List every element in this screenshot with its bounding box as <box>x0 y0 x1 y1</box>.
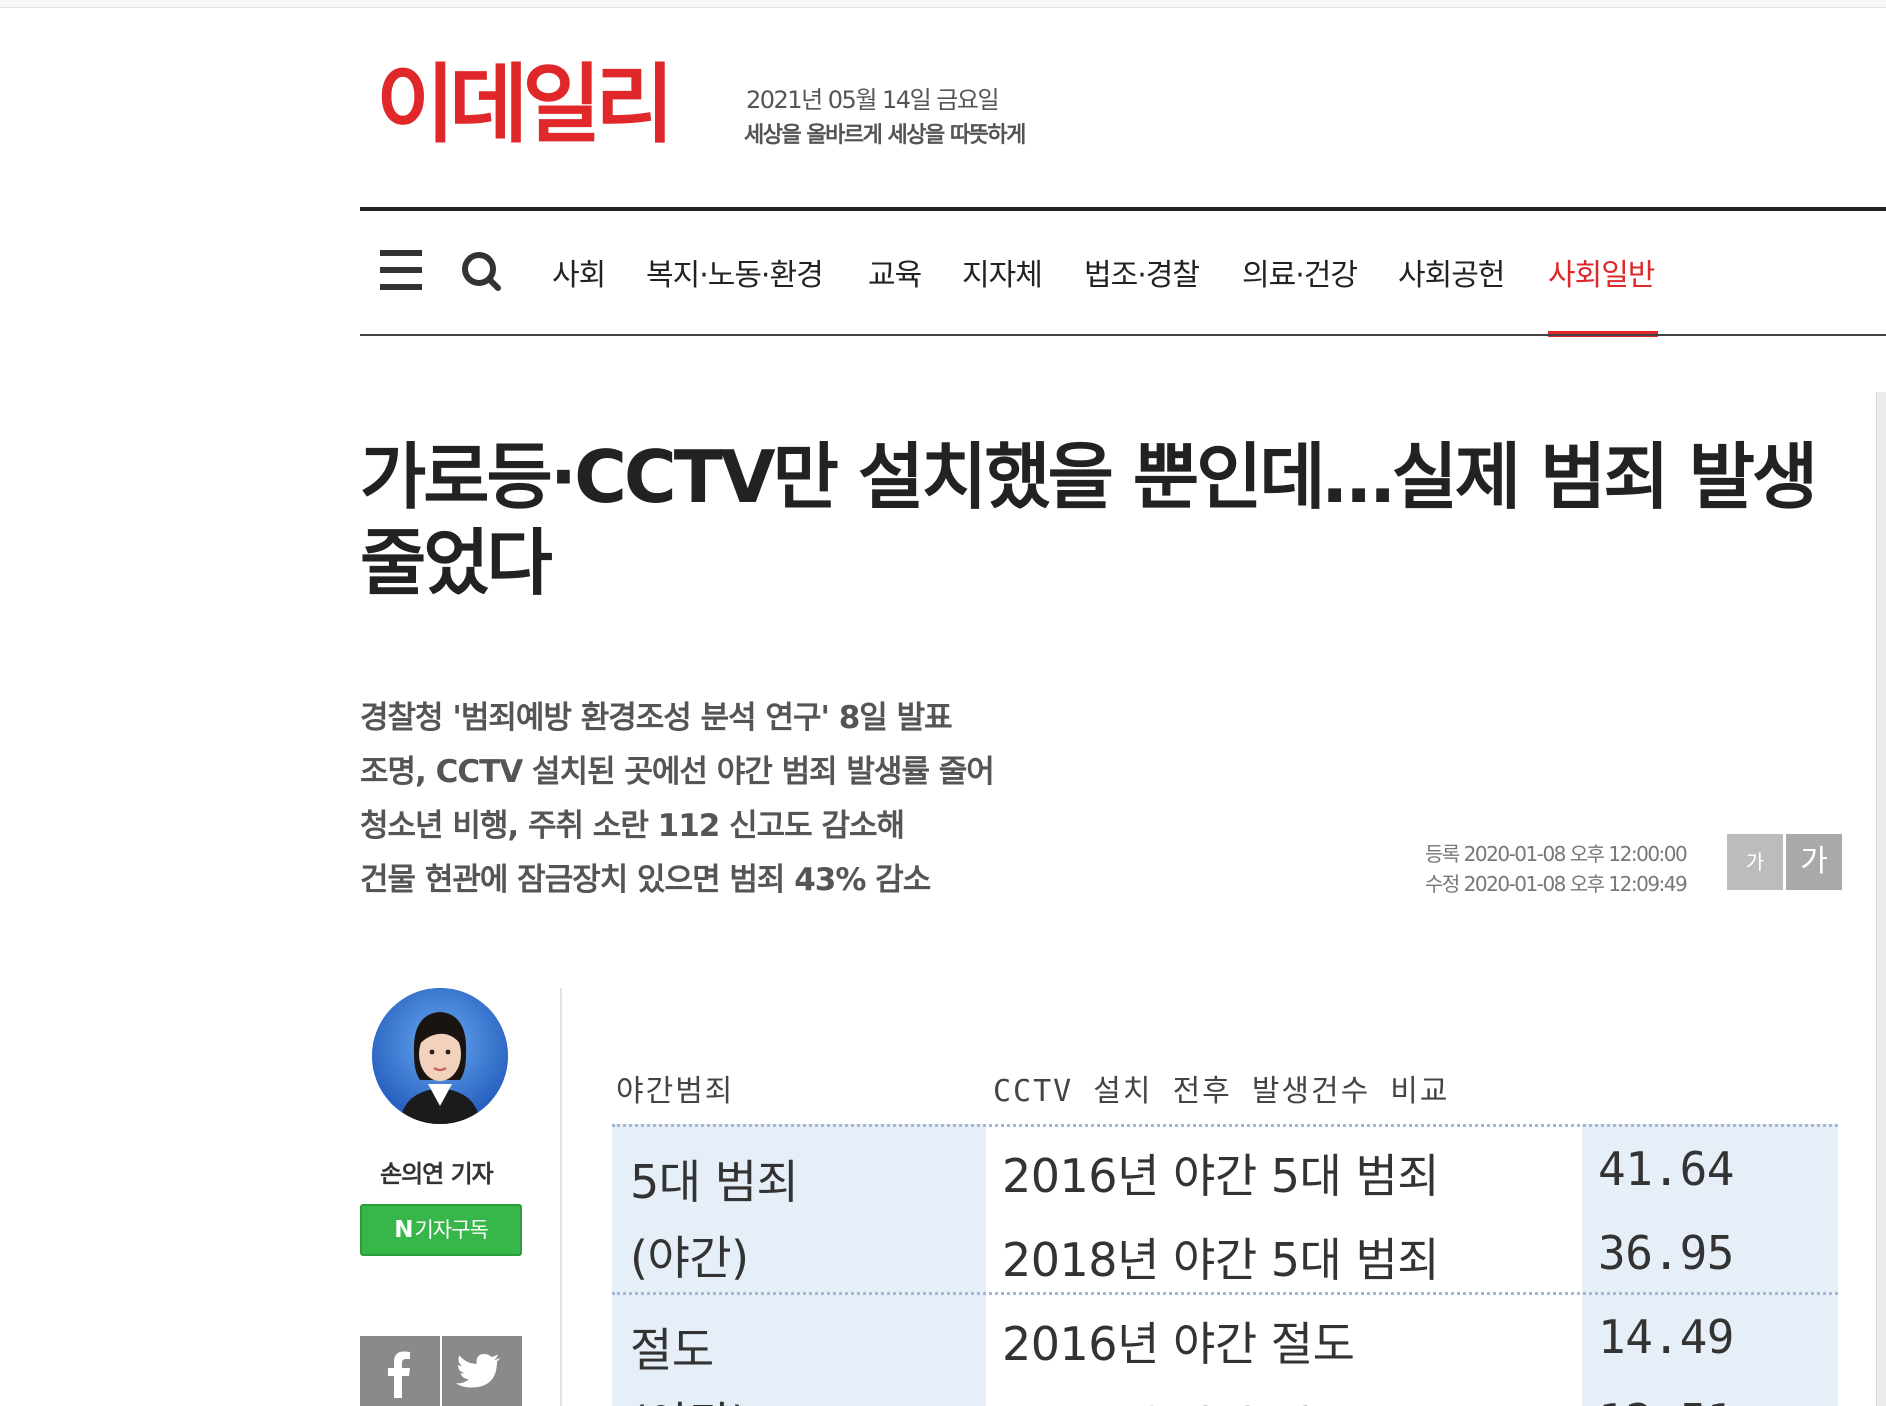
twitter-icon <box>455 1354 500 1388</box>
column-divider <box>560 988 562 1406</box>
table-header-right: CCTV 설치 전후 발생건수 비교 <box>993 1074 1450 1109</box>
table-divider <box>612 1124 1838 1127</box>
facebook-share-button[interactable] <box>360 1336 440 1406</box>
nav-top-border <box>360 207 1886 211</box>
table-row-value: 41.64 <box>1598 1142 1734 1196</box>
table-category: (야간) <box>630 1388 749 1406</box>
sidebar-edge <box>1876 392 1886 1406</box>
table-row-label: 2018년 야간 5대 범죄 <box>1002 1233 1440 1287</box>
table-row-value: 36.95 <box>1598 1226 1734 1280</box>
nav-item-law-police[interactable]: 법조·경찰 <box>1084 250 1200 294</box>
reporter-avatar[interactable] <box>372 988 508 1124</box>
twitter-share-button[interactable] <box>442 1336 522 1406</box>
naver-n-icon: N <box>394 1217 413 1243</box>
article-subhead: 조명, CCTV 설치된 곳에선 야간 범죄 발생률 줄어 <box>360 754 995 790</box>
hamburger-icon[interactable] <box>380 250 422 290</box>
nav-item-society[interactable]: 사회 <box>552 250 606 294</box>
font-increase-button[interactable]: 가 <box>1786 834 1842 890</box>
article-subhead: 경찰청 '범죄예방 환경조성 분석 연구' 8일 발표 <box>360 700 953 736</box>
nav-item-contribution[interactable]: 사회공헌 <box>1398 250 1505 294</box>
table-category: (야간) <box>630 1231 749 1285</box>
table-row-value: 14.49 <box>1598 1310 1734 1364</box>
header-slogan: 세상을 올바르게 세상을 따뜻하게 <box>744 123 1026 148</box>
nav-bottom-border <box>360 334 1886 336</box>
article-subhead: 청소년 비행, 주취 소란 112 신고도 감소해 <box>360 808 905 844</box>
modified-time: 수정 2020-01-08 오후 12:09:49 <box>1425 872 1688 896</box>
table-row-label: 2018년 야간 절도 <box>1002 1392 1355 1406</box>
article-subhead: 건물 현관에 잠금장치 있으면 범죄 43% 감소 <box>360 862 931 898</box>
article-headline: 가로등·CCTV만 설치했을 뿐인데…실제 범죄 발생 줄었다 <box>360 435 1818 605</box>
header-date: 2021년 05월 14일 금요일 <box>746 86 1000 114</box>
table-category: 절도 <box>630 1323 714 1377</box>
nav-item-health[interactable]: 의료·건강 <box>1242 250 1358 294</box>
site-logo[interactable]: 이데일리 <box>376 62 674 148</box>
search-icon[interactable] <box>460 249 502 291</box>
reporter-name[interactable]: 손의연 기자 <box>380 1154 494 1189</box>
table-row-label: 2016년 야간 절도 <box>1002 1317 1355 1371</box>
browser-top-strip <box>0 0 1886 8</box>
table-category: 5대 범죄 <box>630 1155 799 1209</box>
nav-item-general[interactable]: 사회일반 <box>1548 250 1655 294</box>
table-row-label: 2016년 야간 5대 범죄 <box>1002 1149 1440 1203</box>
table-row-value: 12.51 <box>1598 1394 1734 1406</box>
nav-item-welfare[interactable]: 복지·노동·환경 <box>646 250 824 294</box>
font-decrease-button[interactable]: 가 <box>1727 834 1783 890</box>
table-header-left: 야간범죄 <box>616 1074 735 1109</box>
facebook-icon <box>388 1351 410 1398</box>
nav-item-education[interactable]: 교육 <box>868 250 922 294</box>
subscribe-reporter-button[interactable]: N기자구독 <box>360 1204 522 1256</box>
registered-time: 등록 2020-01-08 오후 12:00:00 <box>1425 842 1688 866</box>
nav-item-local-gov[interactable]: 지자체 <box>962 250 1043 294</box>
table-divider <box>612 1292 1838 1295</box>
subscribe-label: 기자구독 <box>414 1218 488 1242</box>
